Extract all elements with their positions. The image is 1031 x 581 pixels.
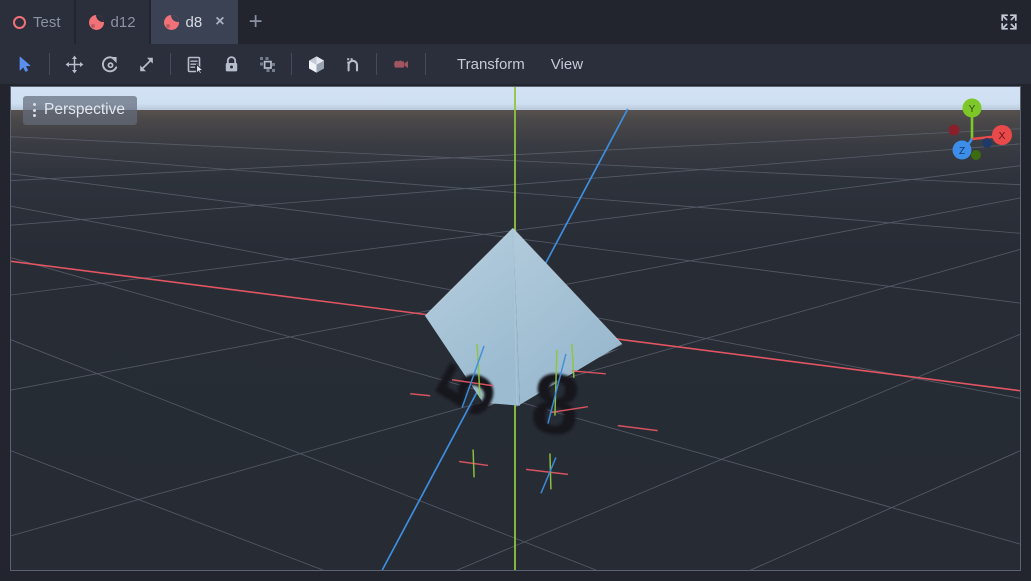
move-arrows-icon: [65, 55, 83, 73]
vertical-dots-icon: [33, 103, 36, 117]
new-tab-button[interactable]: +: [238, 0, 274, 44]
scale-tool-button[interactable]: [131, 49, 161, 79]
scene-tab-label: Test: [33, 13, 61, 31]
cursor-arrow-icon: [19, 56, 31, 72]
lock-tool-button[interactable]: [216, 49, 246, 79]
editor-toolbar: Transform View: [0, 44, 1031, 85]
close-icon[interactable]: ×: [215, 14, 224, 30]
axis-gizmo[interactable]: Y X Z: [932, 93, 1012, 173]
local-space-tool-button[interactable]: [301, 49, 331, 79]
gizmo-neg-x-ball[interactable]: [948, 124, 960, 136]
editor-window: Test d12 d8 × + Transform View 5 8 Persp…: [0, 0, 1031, 581]
viewport-canvas: 5 8 Perspective Y X Z: [11, 87, 1020, 570]
scene-tab-bar: Test d12 d8 × +: [0, 0, 1031, 44]
transform-menu[interactable]: Transform: [446, 51, 536, 78]
scene-tab-test[interactable]: Test: [0, 0, 74, 44]
viewport-mode-badge[interactable]: Perspective: [23, 96, 137, 125]
snap-tool-button[interactable]: [337, 49, 367, 79]
gizmo-x-label: X: [998, 130, 1005, 142]
cube-icon: [308, 55, 324, 73]
scene-node-icon: [88, 14, 104, 30]
camera-icon: [393, 60, 408, 68]
scene-tab-label: d12: [110, 13, 136, 31]
camera-preview-tool-button[interactable]: [386, 49, 416, 79]
group-tool-button[interactable]: [252, 49, 282, 79]
rotate-tool-button[interactable]: [95, 49, 125, 79]
magnet-snap-icon: [346, 57, 358, 71]
list-select-icon: [187, 56, 204, 74]
scene-tab-d12[interactable]: d12: [75, 0, 149, 44]
list-select-tool-button[interactable]: [180, 49, 210, 79]
3d-viewport[interactable]: 5 8 Perspective Y X Z: [10, 86, 1021, 571]
rotate-icon: [101, 55, 117, 72]
scene-tab-d8[interactable]: d8 ×: [150, 0, 238, 44]
toolbar-separator: [170, 53, 171, 75]
gizmo-neg-z-ball[interactable]: [982, 138, 992, 148]
ground-plane: [11, 110, 1020, 570]
expand-arrows-icon: [1001, 14, 1017, 30]
toolbar-separator: [291, 53, 292, 75]
maximize-button[interactable]: [987, 0, 1031, 44]
toolbar-separator: [425, 53, 426, 75]
tabbar-spacer: [274, 0, 987, 44]
toolbar-separator: [376, 53, 377, 75]
gizmo-neg-y-ball[interactable]: [971, 150, 981, 160]
select-tool-button[interactable]: [10, 49, 40, 79]
viewport-mode-label: Perspective: [44, 101, 125, 118]
scene-tab-label: d8: [185, 13, 203, 31]
lock-icon: [225, 55, 237, 71]
ring-icon: [13, 15, 26, 29]
toolbar-separator: [49, 53, 50, 75]
view-menu[interactable]: View: [540, 51, 594, 78]
gizmo-y-label: Y: [969, 104, 976, 115]
scene-node-icon: [163, 14, 179, 30]
group-icon: [259, 56, 275, 72]
move-tool-button[interactable]: [59, 49, 89, 79]
sky-gradient: [11, 87, 1020, 110]
gizmo-z-label: Z: [959, 146, 965, 157]
scale-icon: [139, 57, 153, 71]
